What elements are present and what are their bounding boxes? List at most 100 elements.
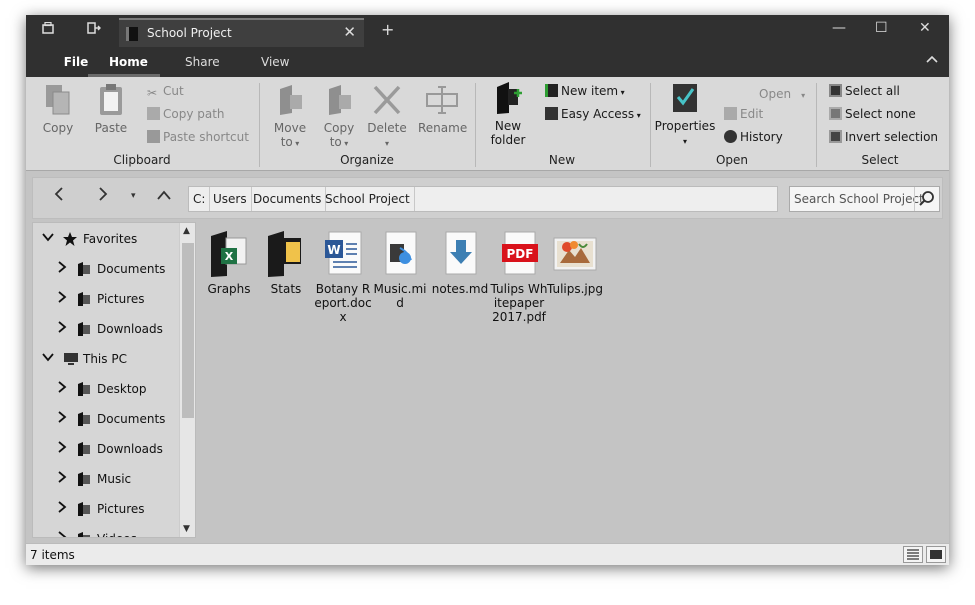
copy-to-icon (329, 85, 351, 115)
tab-close-button[interactable]: ✕ (343, 23, 356, 41)
file-name: Music.mid (373, 282, 427, 310)
new-tab-button[interactable]: + (381, 20, 394, 39)
audio-file-icon (378, 230, 422, 278)
file-name: Graphs (207, 282, 251, 296)
breadcrumb-documents[interactable]: Documents (249, 187, 327, 211)
open-button[interactable]: Open ▾ (759, 87, 805, 101)
file-item[interactable]: Stats (256, 230, 316, 296)
search-icon[interactable] (914, 187, 939, 211)
chevron-right-icon[interactable] (55, 530, 69, 537)
minimize-button[interactable]: — (832, 20, 846, 36)
tab-home[interactable]: Home (109, 55, 148, 69)
title-bar: School Project ✕ + — ☐ ✕ (26, 15, 949, 47)
file-item[interactable]: Music.mid (370, 230, 430, 310)
sidebar-item-label: Downloads (97, 442, 163, 456)
chevron-right-icon[interactable] (55, 500, 69, 518)
chevron-right-icon[interactable] (55, 320, 69, 338)
tab-share[interactable]: Share (185, 55, 220, 69)
word-document-icon: W (321, 230, 365, 278)
invert-selection-button[interactable]: Invert selection (829, 130, 938, 144)
paste-icon (100, 84, 122, 115)
move-to-icon (280, 85, 302, 115)
tab-file[interactable]: File (46, 55, 106, 69)
tab-title: School Project (147, 26, 232, 40)
excel-folder-icon: X (207, 230, 251, 278)
sidebar-item-label: Pictures (97, 502, 145, 516)
music-folder-icon (77, 472, 91, 486)
large-icons-view-button[interactable] (926, 546, 946, 563)
easy-access-button[interactable]: Easy Access ▾ (545, 107, 641, 121)
details-view-button[interactable] (903, 546, 923, 563)
scroll-down-arrow-icon[interactable]: ▼ (183, 524, 190, 534)
easy-access-icon (545, 107, 558, 120)
sidebar-item-label: Pictures (97, 292, 145, 306)
downloads-folder-icon (77, 322, 91, 336)
paste-shortcut-button[interactable]: Paste shortcut (147, 130, 249, 144)
tab-school-project[interactable]: School Project ✕ (119, 18, 364, 47)
chevron-down-icon[interactable] (41, 230, 55, 248)
chevron-right-icon[interactable] (55, 380, 69, 398)
cut-button[interactable]: ✂ Cut (147, 84, 184, 100)
sidebar-scrollbar[interactable]: ▲ ▼ (179, 223, 195, 537)
search-input[interactable]: Search School Project (794, 192, 924, 206)
copy-button[interactable]: Copy (40, 83, 76, 135)
forward-button[interactable] (97, 186, 109, 206)
breadcrumb-users[interactable]: Users (209, 187, 252, 211)
copy-path-button[interactable]: Copy path (147, 107, 225, 121)
history-button[interactable]: History (724, 130, 783, 144)
chevron-down-icon[interactable] (41, 350, 55, 368)
chevron-right-icon[interactable] (55, 470, 69, 488)
properties-button[interactable]: Properties ▾ (654, 81, 716, 147)
downloads-folder-icon (77, 442, 91, 456)
folder-icon (264, 230, 308, 278)
close-button[interactable]: ✕ (919, 20, 931, 36)
scroll-up-arrow-icon[interactable]: ▲ (183, 226, 190, 236)
collapse-ribbon-button[interactable] (925, 53, 939, 68)
window-menu-icon[interactable] (36, 21, 60, 41)
copy-label: Copy (42, 121, 74, 135)
tab-view[interactable]: View (261, 55, 289, 69)
organize-group-label: Organize (340, 153, 394, 167)
breadcrumb-school-project[interactable]: School Project (321, 187, 415, 211)
file-item[interactable]: notes.md (430, 230, 490, 296)
paste-label: Paste (94, 121, 128, 135)
maximize-button[interactable]: ☐ (875, 20, 888, 36)
rename-button[interactable]: Rename (418, 83, 467, 135)
back-button[interactable] (53, 186, 65, 206)
quick-access-icon[interactable] (82, 21, 106, 41)
search-box[interactable]: Search School Project (789, 186, 940, 212)
scroll-thumb[interactable] (182, 243, 194, 418)
move-to-button[interactable]: Move to ▾ (270, 83, 310, 149)
star-icon (63, 232, 77, 246)
file-item[interactable]: Tulips.jpg (545, 230, 605, 296)
paste-button[interactable]: Paste (92, 83, 130, 135)
up-button[interactable] (157, 186, 171, 206)
ribbon-tabs: File Home Share View (26, 47, 949, 77)
new-folder-button[interactable]: New folder (488, 81, 528, 147)
back-arrow-icon (54, 187, 63, 201)
breadcrumb: C: Users Documents School Project (188, 186, 778, 212)
address-bar: ▾ C: Users Documents School Project Sear… (32, 177, 943, 219)
chevron-right-icon[interactable] (55, 440, 69, 458)
select-all-button[interactable]: Select all (829, 84, 900, 98)
properties-icon (673, 84, 697, 112)
desktop-folder-icon (77, 382, 91, 396)
delete-button[interactable]: Delete ▾ (366, 83, 408, 149)
ribbon-separator (259, 83, 260, 167)
chevron-right-icon[interactable] (55, 410, 69, 428)
file-item[interactable]: PDF Tulips Whitepaper 2017.pdf (489, 230, 549, 324)
chevron-right-icon[interactable] (55, 290, 69, 308)
file-explorer-window: School Project ✕ + — ☐ ✕ File Home Share… (26, 15, 949, 565)
file-item[interactable]: W Botany Report.docx (313, 230, 373, 324)
svg-text:W: W (327, 243, 340, 257)
edit-button[interactable]: Edit (724, 107, 763, 121)
select-none-button[interactable]: Select none (829, 107, 916, 121)
copy-path-icon (147, 107, 160, 120)
copy-to-button[interactable]: Copy to ▾ (319, 83, 359, 149)
chevron-right-icon[interactable] (55, 260, 69, 278)
breadcrumb-drive[interactable]: C: (189, 187, 211, 211)
file-item[interactable]: X Graphs (199, 230, 259, 296)
new-item-button[interactable]: New item ▾ (545, 84, 625, 98)
new-item-icon (545, 84, 558, 97)
recent-locations-button[interactable]: ▾ (131, 191, 136, 201)
